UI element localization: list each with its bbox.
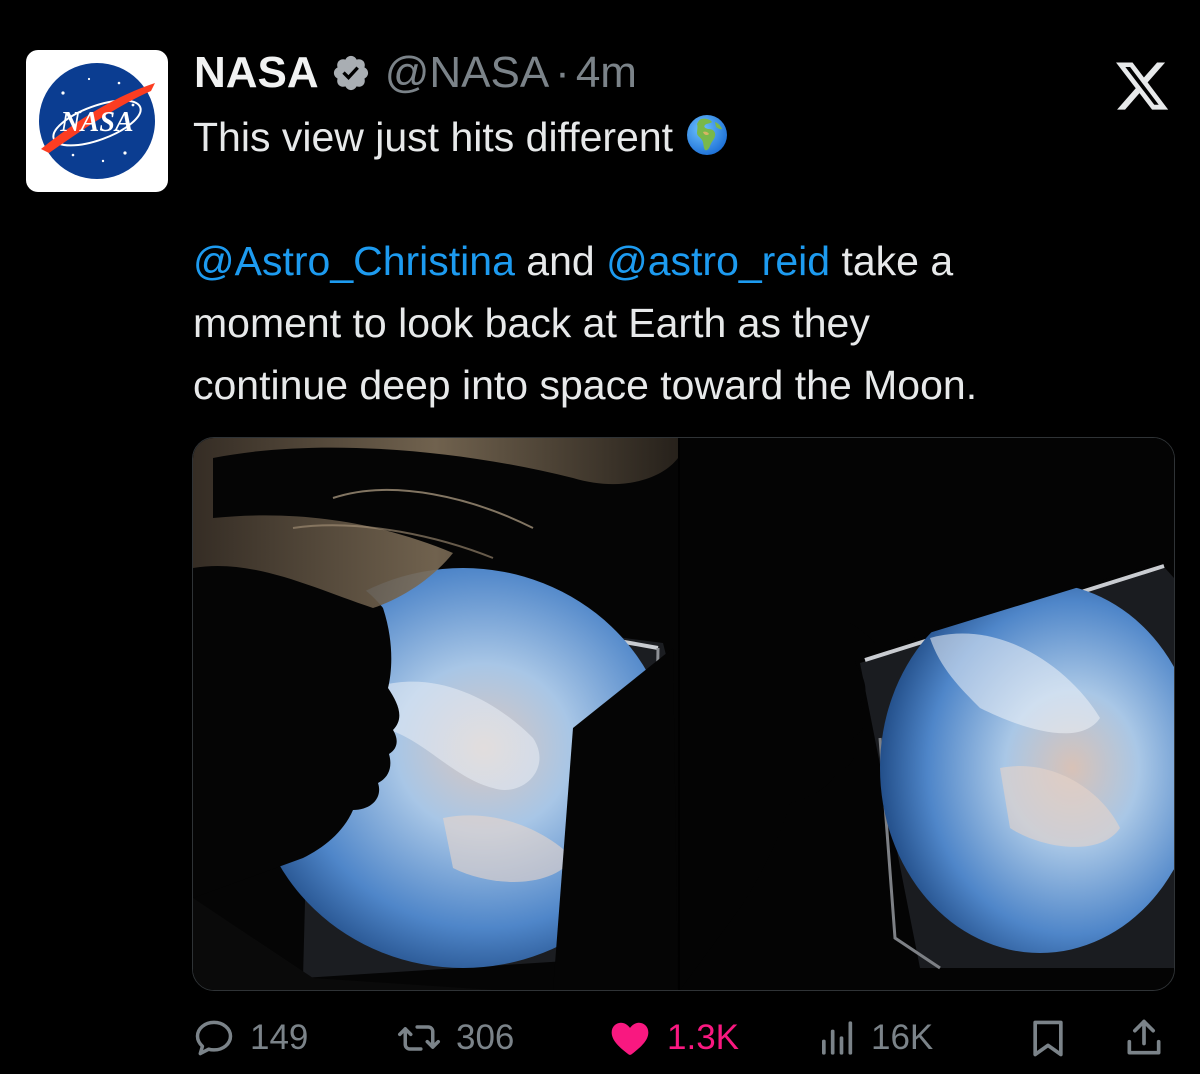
- x-logo-icon[interactable]: [1113, 57, 1171, 115]
- verified-badge-icon: [333, 55, 368, 91]
- like-count: 1.3K: [667, 1018, 739, 1057]
- tweet-actions: 149 306 1.3K 16K: [0, 1008, 1200, 1068]
- media-photo-1[interactable]: [193, 438, 678, 990]
- media-photo-2[interactable]: [680, 438, 1174, 990]
- photo-astronaut-reid: [680, 438, 1174, 990]
- heart-filled-icon: [611, 1022, 649, 1055]
- repost-button[interactable]: 306: [396, 1008, 514, 1068]
- share-button[interactable]: [1122, 1008, 1166, 1068]
- timestamp[interactable]: 4m: [576, 48, 637, 98]
- mention-astro-christina[interactable]: @Astro_Christina: [193, 238, 515, 284]
- mention-astro-reid[interactable]: @astro_reid: [606, 238, 830, 284]
- separator-dot: ·: [555, 48, 570, 97]
- headline-text: This view just hits different: [193, 114, 674, 160]
- tweet-text-headline: This view just hits different: [193, 106, 729, 168]
- reply-button[interactable]: 149: [192, 1008, 308, 1068]
- reply-count: 149: [250, 1018, 309, 1057]
- author-display-name[interactable]: NASA: [194, 48, 319, 98]
- speech-bubble-icon: [195, 1020, 233, 1056]
- tweet-media: [192, 437, 1175, 991]
- text-take-a: take a: [830, 238, 954, 284]
- avatar[interactable]: NASA: [26, 50, 168, 192]
- views-button[interactable]: 16K: [817, 1008, 933, 1068]
- repost-count: 306: [456, 1018, 515, 1057]
- bookmark-icon: [1033, 1020, 1063, 1057]
- like-button[interactable]: 1.3K: [607, 1008, 739, 1068]
- tweet-header: NASA @NASA · 4m: [194, 48, 637, 98]
- views-count: 16K: [871, 1018, 934, 1057]
- tweet-text-line2: @Astro_Christina and @astro_reid take a: [193, 230, 953, 292]
- photo-astronaut-christina: [193, 438, 678, 990]
- author-handle[interactable]: @NASA: [385, 48, 549, 98]
- bar-chart-icon: [822, 1021, 853, 1055]
- nasa-logo-icon: NASA: [39, 63, 155, 179]
- tweet-text-line4: continue deep into space toward the Moon…: [193, 362, 978, 408]
- text-and: and: [514, 238, 607, 284]
- bookmark-button[interactable]: [1026, 1008, 1070, 1068]
- tweet-text-line3: moment to look back at Earth as they: [193, 300, 870, 346]
- repost-arrows-icon: [398, 1025, 440, 1051]
- globe-europe-africa-icon: [687, 115, 728, 155]
- share-upload-icon: [1127, 1019, 1161, 1055]
- svg-text:NASA: NASA: [59, 107, 133, 138]
